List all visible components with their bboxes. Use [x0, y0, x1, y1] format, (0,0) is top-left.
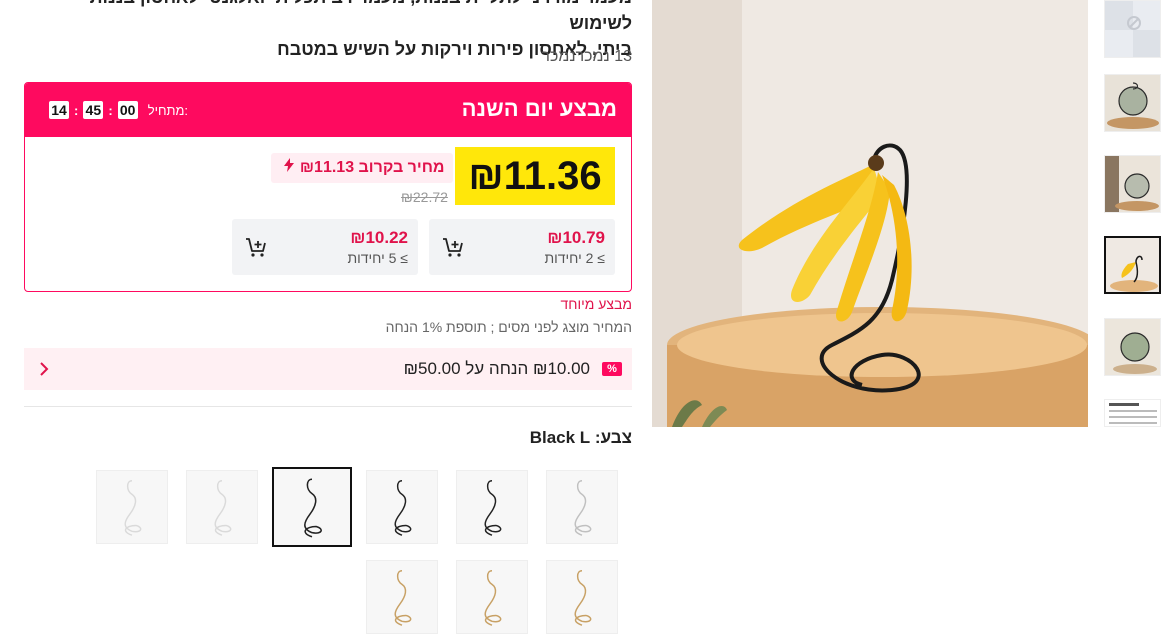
- coupon-banner[interactable]: % ₪10.00 הנחה על ₪50.00: [24, 348, 632, 390]
- tier-price: ₪10.22: [350, 228, 408, 247]
- product-title-line-1: מעמד מודרני לתליית בננות, מעמד רב תכליתי…: [90, 0, 632, 33]
- original-price: ₪22.72: [401, 189, 448, 205]
- tier-price-5-units[interactable]: ₪10.22 ≥ 5 יחידות: [232, 219, 418, 275]
- special-offer-label: מבצע מיוחד: [560, 296, 632, 312]
- coupon-text: ₪10.00 הנחה על ₪50.00: [403, 359, 590, 378]
- divider: [24, 406, 632, 407]
- tier-price-2-units[interactable]: ₪10.79 ≥ 2 יחידות: [429, 219, 615, 275]
- color-swatch[interactable]: [186, 470, 258, 544]
- timer-seconds: 00: [117, 101, 138, 119]
- upcoming-price-label: מחיר בקרוב ₪11.13: [299, 159, 445, 176]
- color-swatch[interactable]: [456, 560, 528, 634]
- color-swatch-selected[interactable]: [272, 467, 352, 547]
- color-swatch[interactable]: [96, 470, 168, 544]
- color-swatch[interactable]: [546, 470, 618, 544]
- deal-header: מבצע יום השנה 14 : 45 : 00 מתחיל:: [25, 83, 631, 137]
- timer-minutes: 45: [83, 101, 104, 119]
- upcoming-price-badge: מחיר בקרוב ₪11.13: [271, 153, 453, 183]
- tier-units: ≥ 2 יחידות: [544, 250, 605, 266]
- thumbnail[interactable]: [1104, 399, 1161, 427]
- thumbnail[interactable]: [1104, 155, 1161, 213]
- thumbnail[interactable]: [1104, 0, 1161, 58]
- color-swatch[interactable]: [456, 470, 528, 544]
- anniversary-deal-box: מבצע יום השנה 14 : 45 : 00 מתחיל: ₪11.36…: [24, 82, 632, 292]
- tax-note: המחיר מוצג לפני מסים ; תוספת 1% הנחה: [385, 319, 632, 335]
- color-swatch[interactable]: [366, 470, 438, 544]
- thumbnail[interactable]: [1104, 74, 1161, 132]
- percent-badge-icon: %: [602, 362, 622, 376]
- tier-price: ₪10.79: [547, 228, 605, 247]
- lightning-icon: [283, 153, 295, 183]
- add-to-cart-icon[interactable]: [244, 235, 268, 259]
- color-swatch[interactable]: [546, 560, 618, 634]
- main-product-image[interactable]: [652, 0, 1088, 427]
- countdown-timer: 14 : 45 : 00 מתחיל:: [49, 101, 188, 119]
- color-swatch[interactable]: [366, 560, 438, 634]
- sold-count: 13 נמכרנמכר: [541, 48, 632, 65]
- thumbnail[interactable]: [1104, 318, 1161, 376]
- timer-hours: 14: [49, 101, 69, 119]
- current-price: ₪11.36: [455, 147, 615, 205]
- deal-title: מבצע יום השנה: [461, 96, 617, 121]
- timer-label: מתחיל:: [147, 102, 189, 118]
- color-label: צבע: Black L: [529, 428, 632, 447]
- chevron-right-icon[interactable]: [38, 360, 50, 378]
- thumbnail-selected[interactable]: [1104, 236, 1161, 294]
- add-to-cart-icon[interactable]: [441, 235, 465, 259]
- tier-units: ≥ 5 יחידות: [347, 250, 408, 266]
